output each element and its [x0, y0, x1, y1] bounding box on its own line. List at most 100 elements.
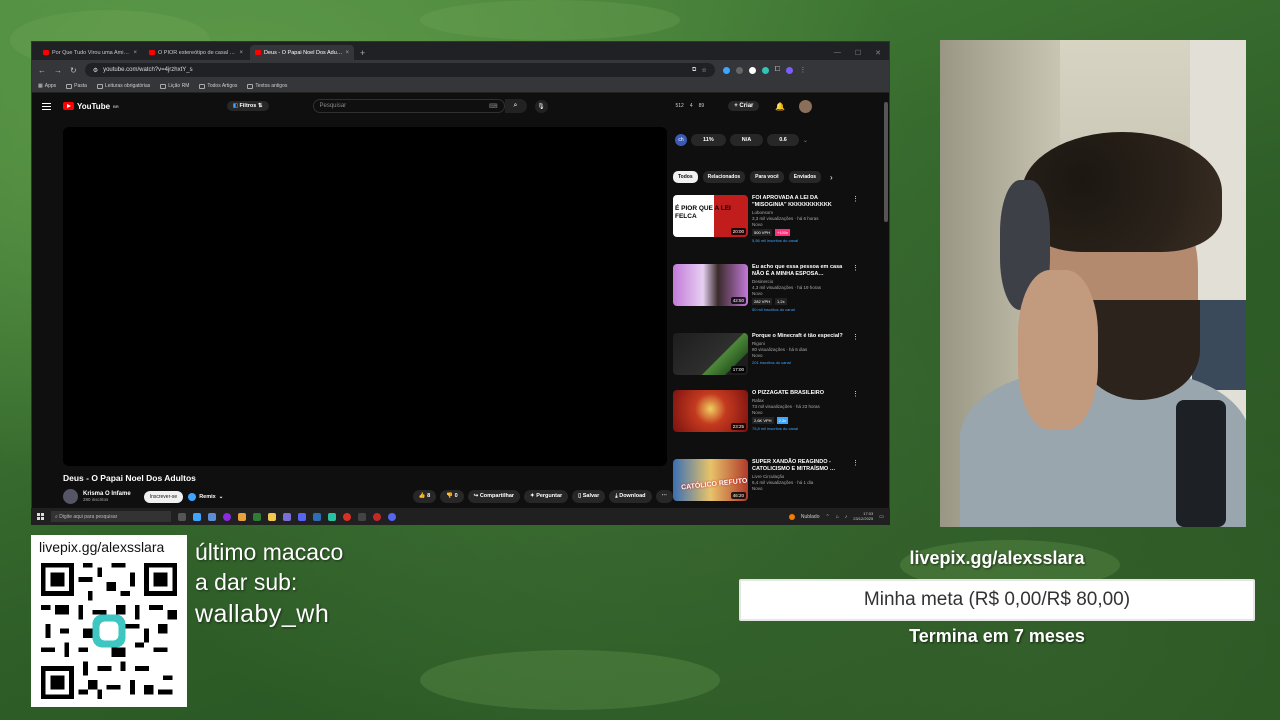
browser-menu-icon[interactable]: ⋮ — [799, 66, 806, 74]
minimize-icon[interactable]: — — [834, 49, 841, 57]
back-icon[interactable]: ← — [38, 66, 46, 75]
page-scrollbar[interactable] — [884, 102, 888, 222]
close-window-icon[interactable]: ✕ — [875, 49, 881, 57]
video-thumbnail[interactable]: É PIOR QUE A LEI FELCA 20:00 — [673, 195, 748, 237]
taskbar-app-icon[interactable] — [328, 512, 336, 521]
bookmark-todos-artigos[interactable]: Todos Artigos — [199, 83, 237, 89]
create-button[interactable]: + Criar — [728, 101, 760, 111]
remix-button[interactable]: Remix ⌄ — [188, 492, 223, 501]
more-options-icon[interactable]: ⋮ — [852, 195, 859, 255]
save-button[interactable]: ▯ Salvar — [572, 490, 606, 503]
expand-chevron-icon[interactable]: ⌄ — [803, 137, 808, 144]
video-title[interactable]: FOI APROVADA A LEI DA "MISOGINIA" KKKKKK… — [752, 195, 848, 209]
ask-button[interactable]: ✦ Perguntar — [524, 490, 569, 503]
notifications-icon[interactable]: ▭ — [879, 514, 884, 520]
video-title[interactable]: O PIZZAGATE BRASILEIRO — [752, 390, 848, 397]
video-player[interactable] — [63, 127, 667, 466]
maximize-icon[interactable]: ☐ — [855, 49, 861, 57]
more-options-icon[interactable]: ⋮ — [852, 264, 859, 324]
video-title[interactable]: SUPER XANDÃO REAGINDO - CATOLICISMO E MI… — [752, 459, 848, 473]
chevron-right-icon[interactable]: › — [830, 173, 833, 182]
reload-icon[interactable]: ↻ — [70, 66, 77, 75]
discord-icon[interactable] — [388, 512, 396, 521]
bookmark-licao[interactable]: Lição RM — [160, 83, 189, 89]
channel-name[interactable]: Lobonsom — [752, 210, 848, 215]
close-tab-icon[interactable]: × — [133, 50, 137, 56]
bookmark-apps[interactable]: ▦ Apps — [38, 83, 56, 89]
extension-icon[interactable] — [735, 66, 743, 74]
install-icon[interactable]: ⧉ — [692, 67, 696, 74]
chip-uploaded[interactable]: Enviados — [788, 171, 822, 183]
tray-chevron-icon[interactable]: ⌃ — [826, 514, 830, 520]
video-title[interactable]: Porque o Minecraft é tão especial? — [752, 333, 848, 340]
search-button[interactable]: ⌕ — [504, 99, 527, 113]
channel-name[interactable]: Livre Circulação — [752, 474, 848, 479]
keyboard-icon[interactable]: ⌨ — [489, 103, 498, 110]
extensions-puzzle-icon[interactable]: ⧠ — [775, 66, 781, 74]
video-thumbnail[interactable]: 23:25 — [673, 390, 748, 432]
taskbar-app-icon[interactable] — [208, 512, 216, 521]
taskbar-app-icon[interactable] — [193, 512, 201, 521]
video-thumbnail[interactable]: CATÓLICO REFUTO 46:20 — [673, 459, 748, 501]
user-avatar[interactable] — [799, 99, 813, 113]
folder-icon[interactable] — [268, 512, 276, 521]
browser-tab-1[interactable]: Por Que Tudo Virou uma Amiz… × — [38, 45, 142, 60]
taskbar-app-icon[interactable] — [373, 512, 381, 521]
clock[interactable]: 17:03 23/12/2025 — [853, 511, 873, 521]
new-tab-button[interactable]: + — [360, 48, 365, 58]
profile-icon[interactable] — [786, 66, 794, 74]
taskbar-app-icon[interactable] — [313, 512, 321, 521]
search-input[interactable]: Pesquisar ⌨ — [312, 99, 505, 113]
network-icon[interactable]: ⌂ — [836, 514, 839, 520]
bookmark-star-icon[interactable]: ☆ — [701, 67, 706, 74]
voice-search-button[interactable]: 🎙 — [534, 99, 548, 113]
taskbar-app-icon[interactable] — [253, 512, 261, 521]
taskbar-search-input[interactable]: ⌕ Digite aqui para pesquisar — [51, 511, 171, 522]
download-button[interactable]: ⤓ Download — [609, 490, 652, 503]
extension-logo-icon[interactable]: ch — [675, 134, 687, 146]
url-field[interactable]: ⚙ youtube.com/watch?v=4jrzhxtY_s ⧉ ☆ — [84, 63, 715, 77]
subscribe-button[interactable]: Inscrever-se — [143, 490, 184, 503]
list-item[interactable]: 42:50 Eu acho que essa pessoa em casa NÃ… — [673, 264, 859, 324]
taskbar-app-icon[interactable] — [223, 512, 231, 521]
channel-name[interactable]: Desinercio — [752, 279, 848, 284]
taskbar-app-icon[interactable] — [358, 512, 366, 521]
list-item[interactable]: É PIOR QUE A LEI FELCA 20:00 FOI APROVAD… — [673, 195, 859, 255]
more-options-icon[interactable]: ⋮ — [852, 390, 859, 450]
youtube-logo[interactable]: YouTube BR — [63, 102, 119, 111]
task-view-icon[interactable] — [178, 512, 186, 521]
taskbar-app-icon[interactable] — [238, 512, 246, 521]
dislike-button[interactable]: 👎 0 — [440, 490, 464, 503]
bookmark-textos-antigos[interactable]: Textos antigos — [247, 83, 287, 89]
site-info-icon[interactable]: ⚙ — [93, 67, 98, 74]
filters-button[interactable]: ◧ Filtros ⇅ — [226, 101, 269, 111]
chip-all[interactable]: Todos — [673, 171, 698, 183]
chrome-icon[interactable] — [343, 512, 351, 521]
extension-icon[interactable] — [761, 66, 769, 74]
list-item[interactable]: 17:00 Porque o Minecraft é tão especial?… — [673, 333, 859, 381]
video-title[interactable]: Eu acho que essa pessoa em casa NÃO É A … — [752, 264, 848, 278]
list-item[interactable]: 23:25 O PIZZAGATE BRASILEIRO Rafax 73 mi… — [673, 390, 859, 450]
video-thumbnail[interactable]: 17:00 — [673, 333, 748, 375]
taskbar-app-icon[interactable] — [298, 512, 306, 521]
bookmark-pasta[interactable]: Pasta — [66, 83, 87, 89]
more-options-icon[interactable]: ⋮ — [852, 333, 859, 381]
hamburger-menu-icon[interactable] — [42, 102, 51, 110]
bookmark-leituras[interactable]: Leituras obrigatórias — [96, 83, 150, 89]
extension-icon[interactable] — [748, 66, 756, 74]
share-button[interactable]: ↪ Compartilhar — [467, 490, 521, 503]
extension-icon[interactable] — [722, 66, 730, 74]
chip-related[interactable]: Relacionados — [702, 171, 746, 183]
volume-icon[interactable]: ♪ — [845, 514, 848, 520]
channel-name[interactable]: Rafax — [752, 398, 848, 403]
browser-tab-2[interactable]: O PIOR estereótipo de casal o… × — [144, 45, 248, 60]
windows-start-icon[interactable] — [37, 513, 44, 520]
like-button[interactable]: 👍 8 — [412, 490, 437, 503]
browser-tab-3-active[interactable]: Deus - O Papai Noel Dos Adult… × — [250, 45, 354, 60]
forward-icon[interactable]: → — [54, 66, 62, 75]
notifications-bell-icon[interactable]: 🔔 — [775, 102, 785, 111]
close-tab-icon[interactable]: × — [345, 50, 349, 56]
more-actions-icon[interactable]: ⋯ — [655, 490, 673, 503]
channel-avatar[interactable] — [63, 489, 78, 504]
close-tab-icon[interactable]: × — [239, 50, 243, 56]
